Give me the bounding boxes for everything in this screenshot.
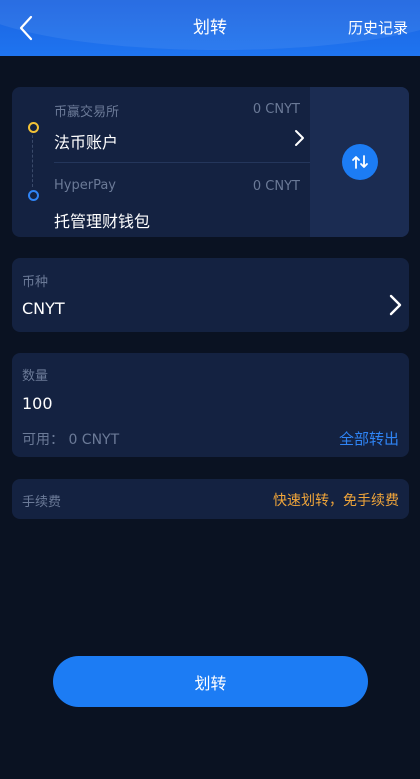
- transfer-all-button[interactable]: 全部转出: [339, 428, 399, 449]
- currency-label: 币种: [22, 275, 49, 290]
- history-button[interactable]: 历史记录: [348, 0, 408, 56]
- currency-selector[interactable]: 币种 CNYT: [12, 258, 409, 332]
- available-balance: 可用： 0 CNYT: [22, 432, 120, 448]
- fee-label: 手续费: [22, 495, 62, 510]
- fee-row: 手续费 快速划转，免手续费: [12, 479, 409, 519]
- currency-value: CNYT: [22, 299, 65, 318]
- swap-direction-button[interactable]: [341, 144, 378, 180]
- transfer-accounts: 币赢交易所 0 CNYT 法币账户 HyperPay 0 CNYT 托管理财钱包: [12, 87, 310, 237]
- to-indicator-dot: [28, 190, 39, 201]
- swap-arrows-icon: [351, 155, 368, 169]
- from-indicator-dot: [28, 122, 39, 133]
- transfer-page: 划转 历史记录 币赢交易所 0 CNYT 法币账户 HyperPay 0 CNY…: [0, 0, 420, 779]
- submit-transfer-button[interactable]: 划转: [53, 656, 368, 707]
- fee-note: 快速划转，免手续费: [273, 493, 399, 509]
- connector-line: [32, 135, 33, 187]
- chevron-right-icon: [389, 294, 402, 316]
- from-balance: 0 CNYT: [252, 102, 300, 117]
- back-button[interactable]: [10, 12, 42, 44]
- amount-input[interactable]: [22, 391, 322, 415]
- to-balance: 0 CNYT: [252, 179, 300, 194]
- amount-card: 数量 可用： 0 CNYT 全部转出: [12, 353, 409, 457]
- amount-label: 数量: [22, 369, 49, 384]
- chevron-right-icon: [295, 130, 304, 146]
- transfer-direction-card: 币赢交易所 0 CNYT 法币账户 HyperPay 0 CNYT 托管理财钱包: [12, 87, 409, 237]
- to-account-name: 托管理财钱包: [54, 212, 151, 231]
- from-exchange-name: 币赢交易所: [54, 105, 120, 120]
- back-arrow-icon: [19, 15, 33, 41]
- from-account-selector[interactable]: 法币账户: [48, 125, 308, 155]
- to-exchange-name: HyperPay: [54, 178, 116, 193]
- swap-panel: [310, 87, 409, 237]
- from-account-name: 法币账户: [54, 133, 119, 152]
- top-bar: 划转 历史记录: [0, 0, 420, 56]
- accounts-divider: [54, 162, 310, 163]
